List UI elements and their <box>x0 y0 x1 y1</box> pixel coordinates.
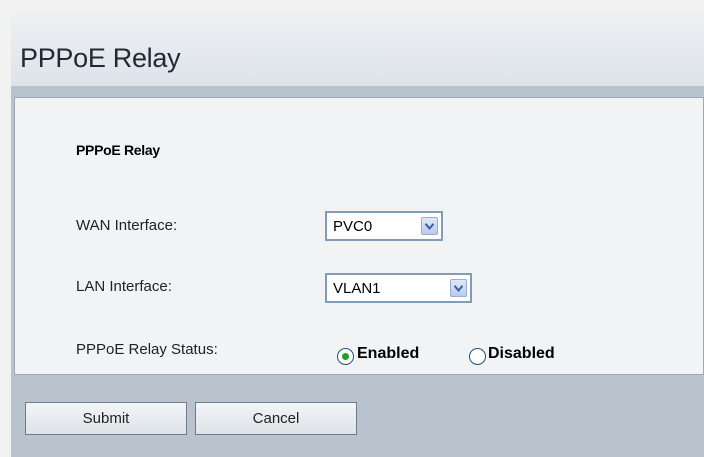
page-title: PPPoE Relay <box>20 43 181 73</box>
settings-panel: PPPoE Relay WAN Interface: PVC0 LAN Inte… <box>14 97 704 375</box>
page-window: PPPoE Relay PPPoE Relay WAN Interface: P… <box>11 11 704 457</box>
section-title: PPPoE Relay <box>76 142 160 158</box>
lan-interface-value: VLAN1 <box>333 280 381 297</box>
wan-interface-value: PVC0 <box>333 218 373 235</box>
chevron-down-icon[interactable] <box>421 217 438 235</box>
enabled-label[interactable]: Enabled <box>357 345 419 363</box>
chevron-down-icon[interactable] <box>450 279 467 297</box>
lan-interface-label: LAN Interface: <box>76 278 172 295</box>
relay-status-label: PPPoE Relay Status: <box>76 341 218 358</box>
disabled-radio[interactable] <box>469 348 486 365</box>
disabled-label[interactable]: Disabled <box>488 345 555 363</box>
radio-selected-dot <box>342 353 349 360</box>
cancel-button[interactable]: Cancel <box>195 402 357 435</box>
wan-interface-label: WAN Interface: <box>76 217 178 234</box>
lan-interface-select[interactable]: VLAN1 <box>325 273 472 303</box>
enabled-radio[interactable] <box>337 348 354 365</box>
wan-interface-select[interactable]: PVC0 <box>325 211 443 241</box>
title-bar: PPPoE Relay <box>11 11 704 86</box>
submit-button[interactable]: Submit <box>25 402 187 435</box>
